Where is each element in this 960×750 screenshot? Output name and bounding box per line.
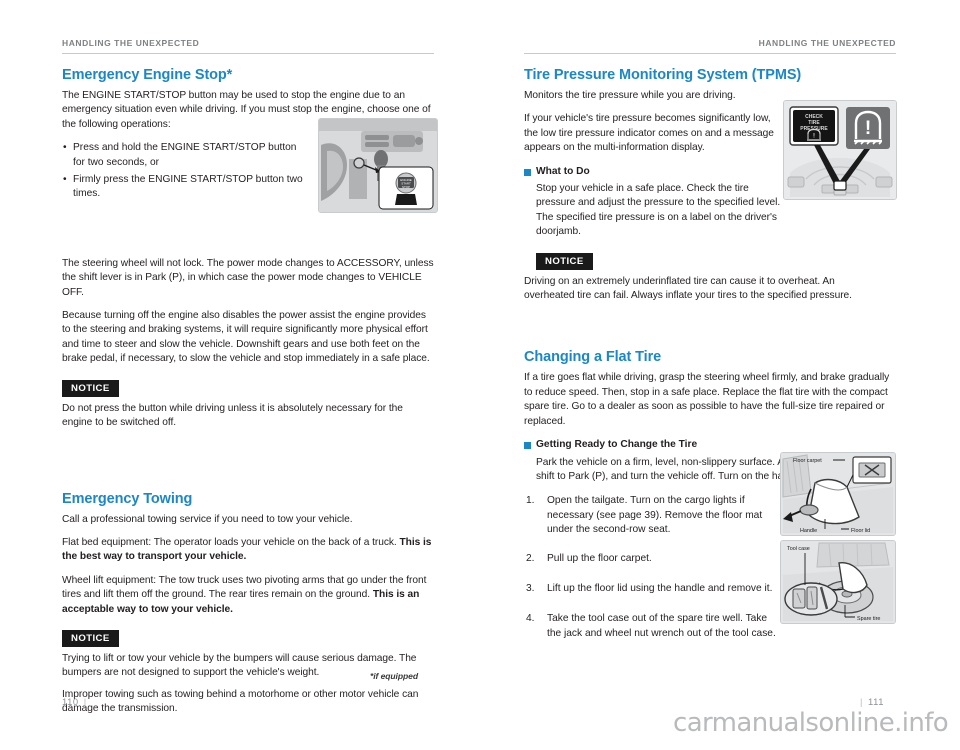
- wheel-lift-normal-text: Wheel lift equipment: The tow truck uses…: [62, 574, 427, 601]
- label-spare-tire: Spare tire: [857, 616, 880, 622]
- paragraph-flat-tire-intro: If a tire goes flat while driving, grasp…: [524, 372, 890, 427]
- notice-badge: NOTICE: [62, 379, 119, 397]
- running-head-left: HANDLING THE UNEXPECTED: [62, 38, 434, 54]
- tool-case-graphic: Tool case Spare tire: [781, 541, 895, 623]
- subheading-getting-ready: Getting Ready to Change the Tire: [524, 438, 896, 452]
- page-number-value: 111: [868, 696, 885, 707]
- list-item: Press and hold the ENGINE START/STOP but…: [62, 141, 305, 170]
- step-number: 4.: [526, 613, 535, 625]
- tpms-graphic: CHECK TIRE PRESSURE ! !: [784, 101, 896, 199]
- figure-tpms-indicator: CHECK TIRE PRESSURE ! !: [783, 100, 897, 200]
- notice-badge: NOTICE: [62, 629, 119, 647]
- list-item: 3. Lift up the floor lid using the handl…: [524, 582, 797, 596]
- paragraph-power-assist: Because turning off the engine also disa…: [62, 310, 430, 365]
- notice-text-improper-towing: Improper towing such as towing behind a …: [62, 688, 419, 715]
- label-handle: Handle: [800, 528, 817, 534]
- notice-text: Driving on an extremely underinflated ti…: [524, 275, 852, 302]
- step-text: Open the tailgate. Turn on the cargo lig…: [547, 495, 763, 536]
- list-item: Firmly press the ENGINE START/STOP butto…: [62, 173, 305, 202]
- page-number-divider: |: [83, 696, 87, 707]
- heading-tpms: Tire Pressure Monitoring System (TPMS): [524, 67, 802, 83]
- paragraph-flat-bed-equipment: Flat bed equipment: The operator loads y…: [62, 536, 434, 565]
- list-item: 1. Open the tailgate. Turn on the cargo …: [524, 494, 779, 537]
- paragraph-what-to-do-body: Stop your vehicle in a safe place. Check…: [536, 183, 781, 238]
- notice-text: Do not press the button while driving un…: [62, 402, 403, 429]
- notice-engine-stop: NOTICE Do not press the button while dri…: [62, 376, 434, 431]
- paragraph-wheel-lift-equipment: Wheel lift equipment: The tow truck uses…: [62, 574, 434, 617]
- engine-photo-graphic: ENGINE START STOP: [319, 119, 437, 212]
- page-number-left: 110 |: [62, 696, 92, 707]
- callout-label-stop: STOP: [402, 185, 410, 189]
- step-text: Take the tool case out of the spare tire…: [547, 613, 776, 639]
- label-floor-carpet: Floor carpet: [793, 458, 822, 464]
- step-number: 1.: [526, 495, 535, 507]
- tpms-icon-exclamation-small: !: [813, 134, 815, 140]
- notice-tpms: NOTICE Driving on an extremely underinfl…: [524, 249, 896, 304]
- list-item: 2. Pull up the floor carpet.: [524, 552, 779, 566]
- step-text: Pull up the floor carpet.: [547, 552, 652, 564]
- paragraph-tpms-low-pressure: If your vehicle's tire pressure becomes …: [524, 113, 774, 154]
- figure-engine-start-stop-photo: ENGINE START STOP: [318, 118, 438, 213]
- floor-carpet-graphic: Floor carpet Handle Floor lid: [781, 453, 895, 535]
- page-number-divider: |: [860, 696, 864, 707]
- step-number: 2.: [526, 552, 535, 564]
- heading-emergency-towing: Emergency Towing: [62, 490, 193, 507]
- label-floor-lid: Floor lid: [851, 528, 870, 534]
- running-head-right: HANDLING THE UNEXPECTED: [524, 38, 896, 54]
- figure-tool-case: Tool case Spare tire: [780, 540, 896, 624]
- flat-bed-normal-text: Flat bed equipment: The operator loads y…: [62, 536, 400, 548]
- heading-emergency-engine-stop: Emergency Engine Stop*: [62, 67, 233, 83]
- notice-badge: NOTICE: [536, 252, 593, 270]
- step-number: 3.: [526, 582, 535, 594]
- site-watermark: carmanualsonline.info: [673, 708, 949, 738]
- page-number-right: | 111: [855, 696, 884, 707]
- page-number-value: 110: [62, 696, 79, 707]
- label-tool-case: Tool case: [787, 546, 810, 552]
- footnote-if-equipped: *if equipped: [370, 671, 418, 681]
- paragraph-towing-service: Call a professional towing service if yo…: [62, 513, 353, 525]
- manual-spread: HANDLING THE UNEXPECTED Emergency Engine…: [0, 0, 960, 750]
- list-item: 4. Take the tool case out of the spare t…: [524, 612, 783, 641]
- heading-changing-flat-tire: Changing a Flat Tire: [524, 349, 662, 366]
- figure-floor-carpet: Floor carpet Handle Floor lid: [780, 452, 896, 536]
- tpms-icon-exclamation-large: !: [865, 118, 871, 139]
- paragraph-steering-wheel-lock: The steering wheel will not lock. The po…: [62, 257, 434, 298]
- step-text: Lift up the floor lid using the handle a…: [547, 582, 773, 594]
